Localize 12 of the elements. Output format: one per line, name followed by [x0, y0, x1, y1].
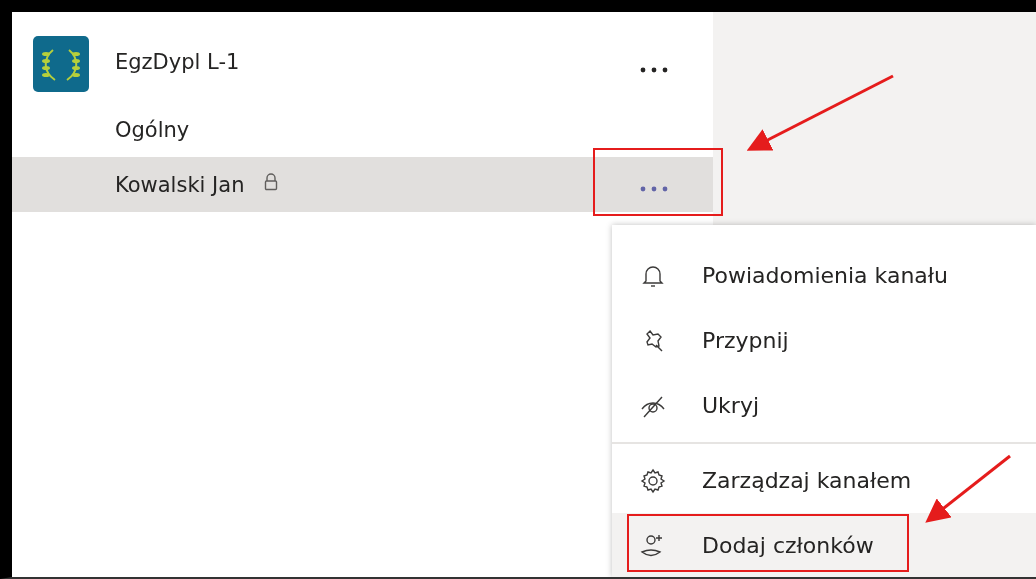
menu-item[interactable]: Ukryj — [612, 373, 1036, 438]
menu-item[interactable]: Przypnij — [612, 308, 1036, 373]
menu-item[interactable]: Zarządzaj kanałem — [612, 448, 1036, 513]
channel-name: Ogólny — [115, 117, 190, 142]
menu-item[interactable]: Dodaj członków — [612, 513, 1036, 577]
menu-item[interactable]: Powiadomienia kanału — [612, 243, 1036, 308]
team-name[interactable]: EgzDypl L-1 — [115, 50, 240, 74]
settings-icon — [640, 467, 666, 494]
laurel-wreath-icon — [33, 36, 89, 92]
channel-item[interactable]: Kowalski Jan — [12, 157, 713, 212]
channel-name: Kowalski Jan — [115, 172, 245, 197]
channel-item[interactable]: Ogólny — [12, 102, 713, 157]
